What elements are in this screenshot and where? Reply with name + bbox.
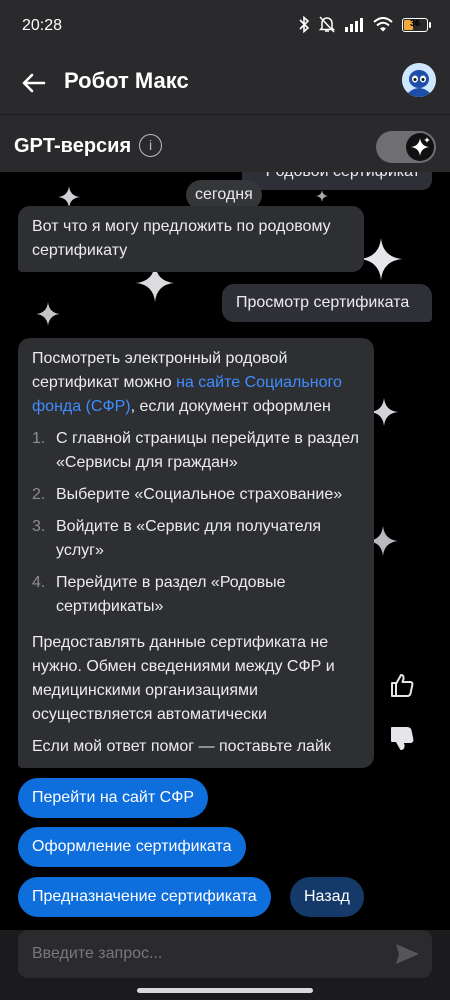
quick-reply-sfr-site[interactable]: Перейти на сайт СФР: [18, 778, 209, 818]
status-bar: 20:28 36: [0, 0, 450, 52]
step-text: Войдите в «Сервис для получателя услуг»: [56, 518, 322, 559]
page-title: Робот Макс: [64, 68, 189, 93]
query-input[interactable]: [32, 930, 372, 978]
bot-intro-tail: , если документ оформлен: [130, 398, 331, 415]
bot-note: Предоставлять данные сертификата не нужн…: [32, 634, 335, 723]
bot-message: Вот что я могу предложить по родовому се…: [18, 206, 364, 272]
quick-reply-registration[interactable]: Оформление сертификата: [18, 827, 246, 867]
sparkle-icon: [411, 137, 430, 156]
robot-avatar-icon[interactable]: [402, 63, 436, 97]
step-number: 4.: [32, 574, 46, 591]
step-number: 3.: [32, 518, 46, 535]
quick-reply-purpose[interactable]: Предназначение сертификата: [18, 877, 271, 917]
step-number: 2.: [32, 486, 46, 503]
arrow-left-icon[interactable]: [18, 68, 48, 98]
app-bar: Робот Макс: [0, 52, 450, 114]
step-number: 1.: [32, 430, 46, 447]
status-icons: 36: [298, 16, 431, 33]
wifi-icon: [373, 17, 393, 32]
send-icon[interactable]: [394, 942, 420, 966]
battery-level: 36: [409, 17, 420, 28]
step-text: Выберите «Социальное страхование»: [56, 486, 343, 503]
info-icon[interactable]: i: [139, 134, 162, 157]
steps-list: 1. С главной страницы перейдите в раздел …: [32, 427, 360, 619]
gpt-version-row: GPT-версия i: [0, 114, 450, 172]
user-message: Просмотр сертификата: [222, 284, 432, 322]
bot-message-text: Вот что я могу предложить по родовому се…: [32, 218, 331, 259]
gpt-version-label: GPT-версия: [14, 135, 132, 157]
step-text: Перейдите в раздел «Родовые сертификаты»: [56, 574, 286, 615]
quick-reply-back[interactable]: Назад: [290, 877, 364, 917]
sparkle-decor-icon: [370, 398, 398, 426]
query-input-box: [18, 930, 432, 978]
bluetooth-icon: [299, 16, 310, 33]
list-item: 1. С главной страницы перейдите в раздел …: [32, 427, 360, 475]
battery-icon: 36: [402, 17, 431, 32]
bot-footer: Если мой ответ помог — поставьте лайк: [32, 738, 331, 755]
previous-user-message: Родовой сертификат: [242, 172, 432, 190]
bot-message: Посмотреть электронный родовой сертифика…: [18, 338, 374, 768]
thumbs-down-icon[interactable]: [389, 726, 415, 752]
sparkle-decor-icon: [360, 238, 402, 280]
chat-area[interactable]: Родовой сертификат сегодня Вот что я мог…: [0, 172, 450, 930]
sparkle-decor-icon: [58, 186, 80, 208]
gpt-version-toggle[interactable]: [376, 131, 436, 163]
bell-muted-icon: [319, 16, 335, 33]
status-time: 20:28: [22, 17, 63, 34]
sparkle-decor-icon: [316, 190, 328, 202]
home-indicator[interactable]: [137, 988, 313, 993]
list-item: 4. Перейдите в раздел «Родовые сертификат…: [32, 571, 360, 619]
toggle-knob: [406, 133, 434, 161]
list-item: 3. Войдите в «Сервис для получателя услуг…: [32, 515, 360, 563]
list-item: 2. Выберите «Социальное страхование»: [32, 483, 360, 507]
sparkle-decor-icon: [36, 302, 60, 326]
user-message-text: Просмотр сертификата: [236, 294, 410, 311]
bot-intro: Посмотреть электронный родовой сертифика…: [32, 347, 360, 419]
step-text: С главной страницы перейдите в раздел «С…: [56, 430, 359, 471]
signal-icon: [345, 18, 363, 32]
thumbs-up-icon[interactable]: [389, 672, 415, 698]
